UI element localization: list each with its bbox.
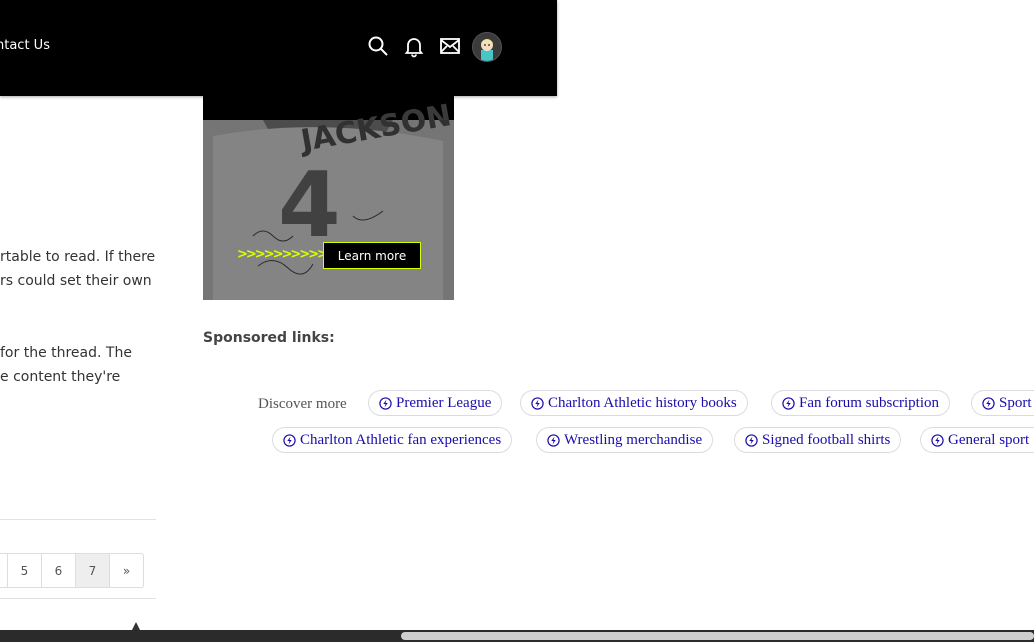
chip-label: Sport — [999, 394, 1032, 411]
bolt-circle-icon — [931, 433, 944, 447]
site-header: ntact Us — [0, 0, 557, 96]
sponsored-links-label: Sponsored links: — [203, 330, 335, 346]
post-line: for the thread. The — [0, 345, 132, 361]
search-icon[interactable] — [366, 34, 390, 58]
page-button-7-current[interactable]: 7 — [75, 553, 110, 588]
bolt-circle-icon — [547, 433, 560, 447]
chip-wrestling-merchandise[interactable]: Wrestling merchandise — [536, 427, 714, 453]
bolt-circle-icon — [379, 396, 392, 410]
ad-learn-more-button[interactable]: Learn more — [323, 242, 421, 269]
chip-charlton-fan-experiences[interactable]: Charlton Athletic fan experiences — [272, 427, 513, 453]
discover-more-label: Discover more — [258, 396, 347, 412]
envelope-icon[interactable] — [438, 34, 462, 58]
chip-fan-forum-subscription[interactable]: Fan forum subscription — [771, 390, 950, 416]
horizontal-scrollbar[interactable] — [0, 630, 1034, 642]
bolt-circle-icon — [782, 396, 795, 410]
post-line: e content they're — [0, 369, 121, 385]
bolt-circle-icon — [283, 433, 296, 447]
shirt-photo: JACKSON 4 — [203, 98, 454, 300]
divider — [0, 519, 156, 520]
bolt-circle-icon — [745, 433, 758, 447]
page-button-6[interactable]: 6 — [41, 553, 76, 588]
chip-signed-football-shirts[interactable]: Signed football shirts — [734, 427, 902, 453]
arrow-up-icon[interactable] — [130, 622, 142, 630]
chip-label: Premier League — [396, 394, 492, 411]
chip-label: Wrestling merchandise — [564, 431, 703, 448]
divider — [0, 598, 156, 599]
bolt-circle-icon — [531, 396, 544, 410]
chip-general-sport[interactable]: General sport — [920, 427, 1034, 453]
user-avatar[interactable] — [472, 32, 502, 62]
chip-label: General sport — [948, 431, 1030, 448]
bolt-circle-icon — [982, 396, 995, 410]
chip-label: Charlton Athletic history books — [548, 394, 737, 411]
ad-banner-image[interactable]: JACKSON 4 — [203, 96, 454, 300]
chip-label: Charlton Athletic fan experiences — [300, 431, 502, 448]
page-next-button[interactable]: » — [109, 553, 144, 588]
chip-label: Fan forum subscription — [799, 394, 939, 411]
post-line: rs could set their own — [0, 273, 152, 289]
scrollbar-thumb[interactable] — [401, 632, 1034, 640]
pagination: 5 6 7 » — [0, 553, 144, 588]
chip-label: Signed football shirts — [762, 431, 891, 448]
chip-sport[interactable]: Sport — [971, 390, 1034, 416]
chip-premier-league[interactable]: Premier League — [368, 390, 503, 416]
nav-link-contact-us[interactable]: ntact Us — [0, 38, 50, 53]
page-button-5[interactable]: 5 — [7, 553, 42, 588]
bell-icon[interactable] — [402, 34, 426, 58]
post-line: rtable to read. If there — [0, 249, 156, 265]
ad-arrows: >>>>>>>>>> — [237, 247, 328, 262]
chip-charlton-history-books[interactable]: Charlton Athletic history books — [520, 390, 748, 416]
